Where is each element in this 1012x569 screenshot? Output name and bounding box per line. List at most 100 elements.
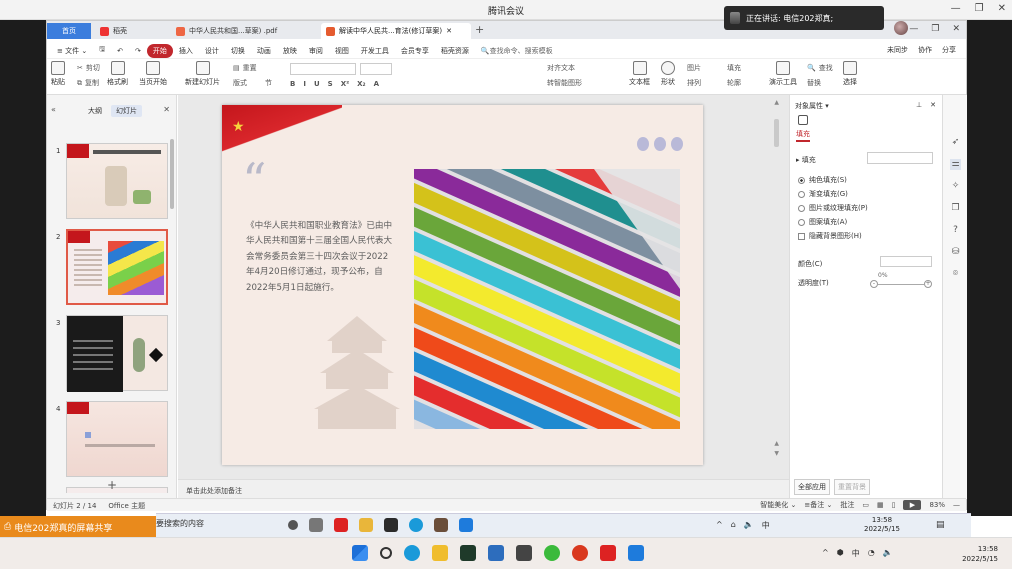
notes-placeholder[interactable]: 单击此处添加备注 <box>186 486 242 496</box>
wechat-icon[interactable] <box>544 545 560 561</box>
replace-button[interactable]: 替换 <box>807 78 821 88</box>
zoom-out-icon[interactable]: — <box>953 501 960 509</box>
menu-design[interactable]: 设计 <box>199 44 225 58</box>
comment-button[interactable]: 批注 <box>840 500 854 510</box>
apply-all-button[interactable]: 全部应用 <box>794 479 830 495</box>
menu-review[interactable]: 审阅 <box>303 44 329 58</box>
plus-icon[interactable]: + <box>924 280 932 288</box>
minimize-icon[interactable]: — <box>909 24 918 34</box>
strike-icon[interactable]: S <box>328 80 333 88</box>
cut-button[interactable]: ✂ 剪切 <box>77 63 100 73</box>
menu-view[interactable]: 视图 <box>329 44 355 58</box>
notes-toggle[interactable]: ≡备注 ⌄ <box>804 500 832 510</box>
wps-icon[interactable] <box>600 545 616 561</box>
outline-tab[interactable]: 大纲 <box>83 105 107 117</box>
reset-bg-button[interactable]: 重置背景 <box>834 479 870 495</box>
color-select[interactable] <box>880 256 932 267</box>
tray-app-icon[interactable]: ⬢ <box>837 548 844 559</box>
font-size-select[interactable] <box>360 63 392 75</box>
scroll-down-icon[interactable]: ▲ ▼ <box>774 439 779 459</box>
fill-button[interactable]: 填充 <box>727 63 741 73</box>
volume-icon[interactable]: 🔈 <box>744 520 754 531</box>
menu-slideshow[interactable]: 放映 <box>277 44 303 58</box>
paste-button[interactable]: 粘贴 <box>51 61 65 87</box>
normal-view-icon[interactable]: ▭ <box>862 501 869 509</box>
meeting-icon[interactable] <box>628 545 644 561</box>
explorer-icon[interactable] <box>359 518 373 532</box>
copy-icon[interactable]: ❐ <box>950 203 961 214</box>
save-icon[interactable]: 🖫 <box>93 43 111 58</box>
beautify-button[interactable]: 智能美化 ⌄ <box>760 500 796 510</box>
tab-close-icon[interactable]: ✕ <box>446 27 452 35</box>
undo-icon[interactable]: ↶ <box>111 45 129 57</box>
reset-button[interactable]: ▤ 重置 <box>233 63 257 73</box>
slide-thumb-4[interactable] <box>66 401 168 477</box>
tab-presentation[interactable]: 解读中华人民共...育法(修订草案) ✕ <box>321 23 471 39</box>
minus-icon[interactable]: - <box>870 280 878 288</box>
menu-start[interactable]: 开始 <box>146 43 173 58</box>
volume-icon[interactable]: 🔈 <box>883 548 893 559</box>
picture-fill-radio[interactable]: 图片或纹理填充(P) <box>798 203 868 213</box>
slide-pane-scrollbar[interactable] <box>170 139 174 209</box>
current-slide[interactable]: ★ “ 《中华人民共和国职业教育法》已由中华人民共和国第十三届全国人民代表大会常… <box>222 105 703 465</box>
sync-status[interactable]: 未同步 <box>887 45 908 55</box>
align-text-button[interactable]: 对齐文本 <box>547 63 575 73</box>
select-button[interactable]: 选择 <box>843 61 857 87</box>
font-name-select[interactable] <box>290 63 356 75</box>
outline-button[interactable]: 轮廓 <box>727 78 741 88</box>
textbox-button[interactable]: 文本框 <box>629 61 650 87</box>
bold-icon[interactable]: B <box>290 80 295 88</box>
collapse-pane-icon[interactable]: « <box>51 105 56 114</box>
transparency-slider[interactable]: - 0% + <box>870 272 932 288</box>
wps-icon[interactable] <box>334 518 348 532</box>
properties-title[interactable]: 对象属性 ▾ <box>795 101 829 111</box>
subscript-icon[interactable]: X₂ <box>357 80 365 88</box>
start-icon[interactable] <box>352 545 368 561</box>
fill-section-toggle[interactable]: ▸ 填充 <box>796 155 816 165</box>
close-icon[interactable]: ✕ <box>930 101 936 109</box>
audition-icon[interactable] <box>460 545 476 561</box>
tray-chevron-icon[interactable]: ^ <box>716 520 723 531</box>
fill-tab[interactable]: 填充 <box>796 129 810 142</box>
slider-track[interactable] <box>878 284 924 285</box>
solid-fill-radio[interactable]: 纯色填充(S) <box>798 175 847 185</box>
menu-member[interactable]: 会员专享 <box>395 44 435 58</box>
app-icon[interactable] <box>434 518 448 532</box>
shape-button[interactable]: 形状 <box>661 61 675 87</box>
collab-button[interactable]: 协作 <box>918 45 932 55</box>
tab-pdf[interactable]: 中华人民共和国...草案) .pdf <box>171 23 317 39</box>
edge-icon[interactable] <box>404 545 420 561</box>
superscript-icon[interactable]: X² <box>341 80 349 88</box>
tab-docer[interactable]: 稻壳 <box>95 23 169 39</box>
presentation-tools-button[interactable]: 演示工具 <box>769 61 797 87</box>
add-slide-button[interactable]: + <box>107 478 117 492</box>
wifi-icon[interactable]: ◔ <box>868 548 875 559</box>
play-slideshow-button[interactable]: ▶ <box>903 500 922 510</box>
italic-icon[interactable]: I <box>303 80 306 88</box>
properties-icon[interactable]: ⚌ <box>950 159 961 170</box>
smart-graphic-button[interactable]: 转智能图形 <box>547 78 582 88</box>
system-clock[interactable]: 13:58 2022/5/15 <box>962 544 998 564</box>
cortana-icon[interactable] <box>288 520 298 530</box>
font-color-icon[interactable]: A <box>374 80 379 88</box>
section-button[interactable]: 节 <box>265 78 272 88</box>
network-icon[interactable]: ⌂ <box>731 520 736 531</box>
help-icon[interactable]: ? <box>950 225 961 236</box>
new-tab-button[interactable]: + <box>475 23 484 36</box>
rocket-icon[interactable]: ➶ <box>950 137 961 148</box>
reading-view-icon[interactable]: ▯ <box>892 501 896 509</box>
remote-clock[interactable]: 13:58 2022/5/15 <box>864 516 900 534</box>
edge-icon[interactable] <box>409 518 423 532</box>
task-view-icon[interactable] <box>309 518 323 532</box>
fill-color-select[interactable] <box>867 152 933 164</box>
close-icon[interactable]: ✕ <box>952 24 960 34</box>
menu-insert[interactable]: 插入 <box>173 44 199 58</box>
app-icon[interactable] <box>384 518 398 532</box>
underline-icon[interactable]: U <box>314 80 320 88</box>
pin-icon[interactable]: ⊥ <box>916 101 922 109</box>
tray-chevron-icon[interactable]: ^ <box>822 548 829 559</box>
layout-button[interactable]: 版式 <box>233 78 247 88</box>
from-current-button[interactable]: 当页开始 <box>139 61 167 87</box>
menu-devtools[interactable]: 开发工具 <box>355 44 395 58</box>
screen-share-banner[interactable]: ⎙ 电信202郑真的屏幕共享 <box>0 516 156 538</box>
